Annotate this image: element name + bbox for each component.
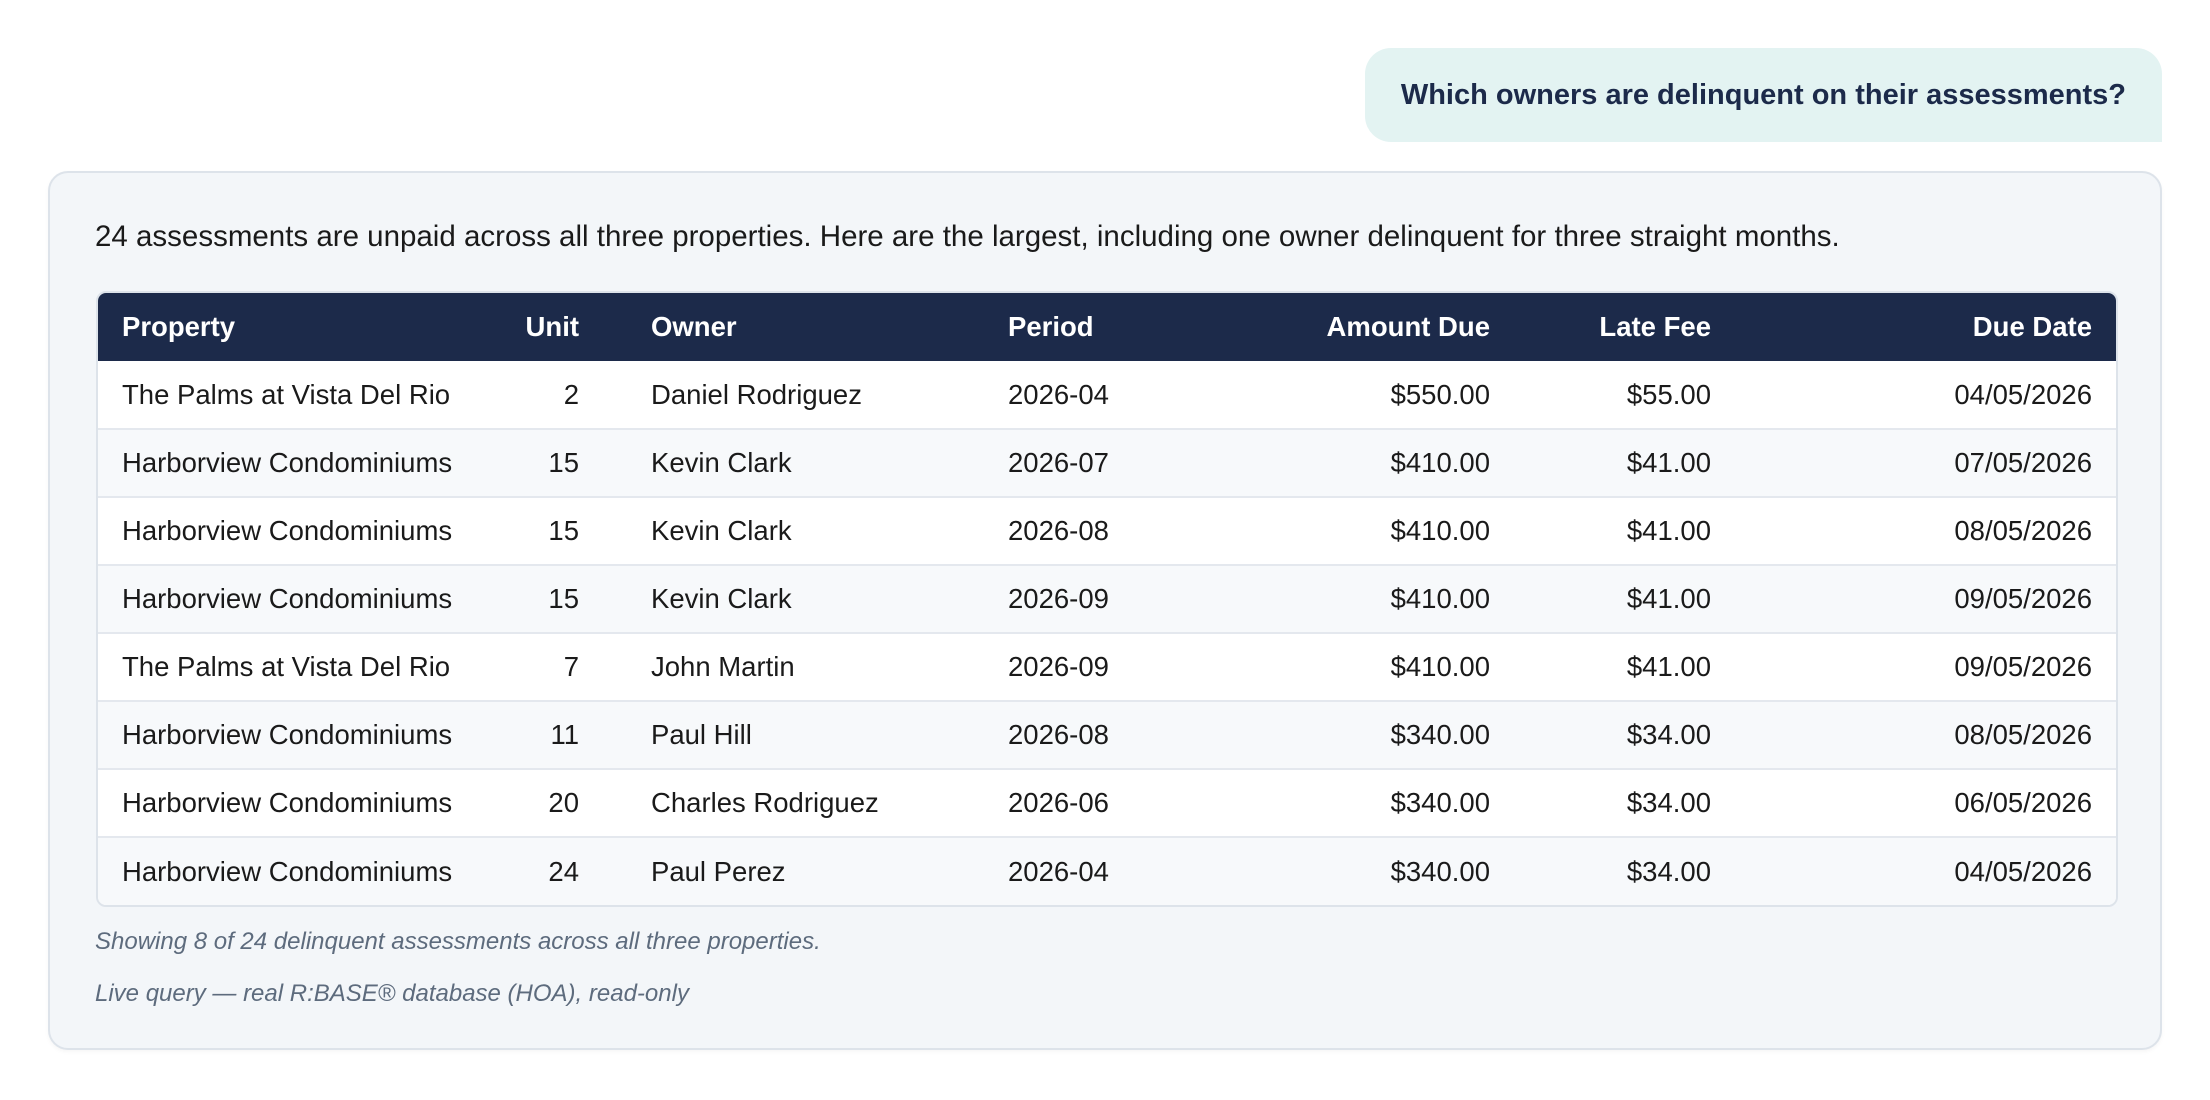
column-header-period: Period [1008,311,1094,342]
cell-period: 2026-08 [984,496,1174,565]
cell-owner: Daniel Rodriguez [651,378,862,410]
cell-amount-due: $410.00 [1174,632,1514,701]
cell-owner: Kevin Clark [603,496,984,565]
table-row: Harborview Condominiums 24 Paul Perez 2026-… [98,836,2116,905]
cell-amount-due: $550.00 [1390,378,1490,410]
cell-property: The Palms at Vista Del Rio [122,378,451,410]
table-header-row: Property Unit Owner Period Amount Due La… [98,293,2116,361]
cell-period: 2026-07 [984,428,1174,497]
cell-property: Harborview Condominiums [98,428,452,497]
cell-property: Harborview Condominiums [98,700,452,769]
table-row: Harborview Condominiums 15 Kevin Clark 2026… [98,428,2116,497]
cell-owner: John Martin [603,632,984,701]
cell-owner: Charles Rodriguez [603,768,984,837]
table-row: Harborview Condominiums 15 Kevin Clark 2026… [98,496,2116,565]
cell-owner: Paul Perez [603,836,984,905]
cell-property: Harborview Condominiums [98,496,452,565]
table-row: The Palms at Vista Del Rio 2 Daniel Rodrig… [98,361,2116,429]
delinquency-table: Property Unit Owner Period Amount Due La… [98,293,2116,905]
cell-due-date: 06/05/2026 [1735,768,2116,837]
table-body: The Palms at Vista Del Rio 2 Daniel Rodrig… [98,361,2116,905]
cell-late-fee: $41.00 [1514,428,1735,497]
cell-late-fee: $34.00 [1514,768,1735,837]
table-row: Harborview Condominiums 11 Paul Hill 2026-0… [98,700,2116,769]
cell-due-date: 08/05/2026 [1735,700,2116,769]
column-header-due-date: Due Date [1972,311,2092,342]
column-header-owner: Owner [651,311,737,342]
cell-late-fee: $34.00 [1514,836,1735,905]
table-row: The Palms at Vista Del Rio 7 John Martin 20… [98,632,2116,701]
delinquency-table-container: Property Unit Owner Period Amount Due La… [96,291,2118,907]
cell-amount-due: $410.00 [1174,496,1514,565]
table-row: Harborview Condominiums 15 Kevin Clark 2026… [98,564,2116,633]
cell-period: 2026-09 [984,632,1174,701]
cell-late-fee: $41.00 [1514,496,1735,565]
cell-due-date: 08/05/2026 [1735,496,2116,565]
cell-property: Harborview Condominiums [98,564,452,633]
cell-property: Harborview Condominiums [98,768,452,837]
cell-owner: Kevin Clark [603,428,984,497]
cell-due-date: 04/05/2026 [1954,378,2092,410]
cell-period: 2026-06 [984,768,1174,837]
assistant-answer-card: 24 assessments are unpaid across all thr… [48,171,2162,1050]
cell-late-fee: $55.00 [1626,378,1711,410]
table-row: Harborview Condominiums 20 Charles Rodrigu… [98,768,2116,837]
cell-property: Harborview Condominiums [98,836,452,905]
cell-due-date: 09/05/2026 [1735,564,2116,633]
user-message-text: Which owners are delinquent on their ass… [1400,78,2126,111]
cell-due-date: 04/05/2026 [1735,836,2116,905]
column-header-amount-due: Amount Due [1326,311,1490,342]
data-source-note: Live query — real R:BASE® database (HOA)… [95,980,689,1007]
cell-amount-due: $410.00 [1174,428,1514,497]
cell-owner: Kevin Clark [603,564,984,633]
cell-property: The Palms at Vista Del Rio [98,632,450,701]
results-count-note: Showing 8 of 24 delinquent assessments a… [95,928,821,955]
cell-due-date: 09/05/2026 [1735,632,2116,701]
column-header-late-fee: Late Fee [1599,311,1711,342]
cell-late-fee: $41.00 [1514,564,1735,633]
cell-period: 2026-08 [984,700,1174,769]
cell-owner: Paul Hill [603,700,984,769]
cell-amount-due: $340.00 [1174,768,1514,837]
cell-period: 2026-04 [984,836,1174,905]
cell-late-fee: $41.00 [1514,632,1735,701]
cell-due-date: 07/05/2026 [1735,428,2116,497]
cell-amount-due: $410.00 [1174,564,1514,633]
cell-amount-due: $340.00 [1174,700,1514,769]
column-header-unit: Unit [525,311,579,342]
answer-intro: 24 assessments are unpaid across all thr… [95,220,1840,253]
cell-period: 2026-04 [1008,378,1109,410]
cell-late-fee: $34.00 [1514,700,1735,769]
user-message-bubble: Which owners are delinquent on their ass… [1364,48,2162,142]
cell-period: 2026-09 [984,564,1174,633]
column-header-property: Property [122,311,236,342]
cell-amount-due: $340.00 [1174,836,1514,905]
